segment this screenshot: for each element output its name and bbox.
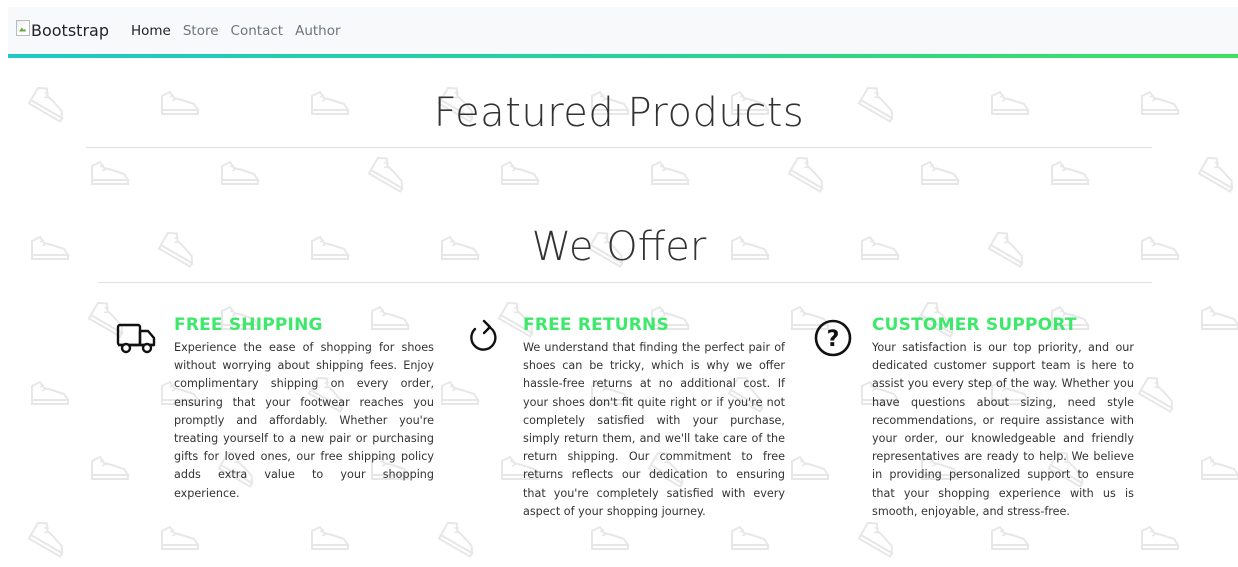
page: Bootstrap Home Store Contact Author Feat… xyxy=(0,0,1238,567)
svg-text:?: ? xyxy=(827,327,840,352)
shoe-pattern-icon xyxy=(91,161,129,185)
featured-divider xyxy=(86,147,1152,148)
nav-link-home[interactable]: Home xyxy=(125,23,177,39)
shoe-pattern-icon xyxy=(27,518,73,558)
shoe-pattern-icon xyxy=(857,518,903,558)
feature-customer-support: ? CUSTOMER SUPPORT Your satisfaction is … xyxy=(814,315,1134,521)
navbar-brand[interactable]: Bootstrap xyxy=(16,19,109,43)
we-offer-divider xyxy=(98,282,1152,283)
shoe-pattern-icon xyxy=(441,381,479,405)
broken-image-icon xyxy=(16,19,30,36)
shoe-pattern-icon xyxy=(437,518,483,558)
shoe-pattern-icon xyxy=(731,526,769,550)
nav-link-author[interactable]: Author xyxy=(289,23,346,39)
shoe-pattern-icon xyxy=(591,526,629,550)
refresh-icon xyxy=(470,319,497,351)
shoe-pattern-icon xyxy=(1201,456,1238,480)
feature-title: CUSTOMER SUPPORT xyxy=(872,315,1077,335)
nav-links: Home Store Contact Author xyxy=(125,23,347,39)
navbar-accent-bar xyxy=(8,54,1238,58)
feature-free-returns: FREE RETURNS We understand that finding … xyxy=(470,315,785,521)
shoe-pattern-icon xyxy=(1201,306,1238,330)
feature-description: Your satisfaction is our top priority, a… xyxy=(872,341,1134,518)
truck-icon xyxy=(116,323,156,354)
question-circle-icon: ? xyxy=(814,319,852,357)
shoe-pattern-icon xyxy=(311,526,349,550)
shoe-pattern-icon xyxy=(921,161,959,185)
feature-free-shipping: FREE SHIPPING Experience the ease of sho… xyxy=(116,315,434,503)
shoe-pattern-icon xyxy=(1197,153,1238,193)
nav-link-contact[interactable]: Contact xyxy=(225,23,290,39)
shoe-pattern-icon xyxy=(91,456,129,480)
shoe-pattern-icon xyxy=(1137,373,1183,413)
shoe-pattern-icon xyxy=(787,153,833,193)
shoe-pattern-icon xyxy=(367,153,413,193)
feature-title: FREE RETURNS xyxy=(523,315,669,335)
shoe-pattern-icon xyxy=(221,161,259,185)
shoe-pattern-icon xyxy=(651,161,689,185)
shoe-pattern-icon xyxy=(1141,526,1179,550)
shoe-pattern-icon xyxy=(31,381,69,405)
shoe-pattern-icon xyxy=(1051,161,1089,185)
feature-title: FREE SHIPPING xyxy=(174,315,323,335)
nav-link-store[interactable]: Store xyxy=(177,23,225,39)
shoe-pattern-icon xyxy=(991,526,1029,550)
shoe-pattern-icon xyxy=(501,161,539,185)
featured-products-heading: Featured Products xyxy=(433,90,805,136)
brand-alt-text: Bootstrap xyxy=(31,21,109,40)
we-offer-heading: We Offer xyxy=(531,224,707,270)
shoe-pattern-icon xyxy=(791,456,829,480)
navbar: Bootstrap Home Store Contact Author xyxy=(8,7,1238,58)
feature-description: We understand that finding the perfect p… xyxy=(523,341,785,518)
shoe-pattern-icon xyxy=(161,526,199,550)
feature-description: Experience the ease of shopping for shoe… xyxy=(174,341,434,500)
